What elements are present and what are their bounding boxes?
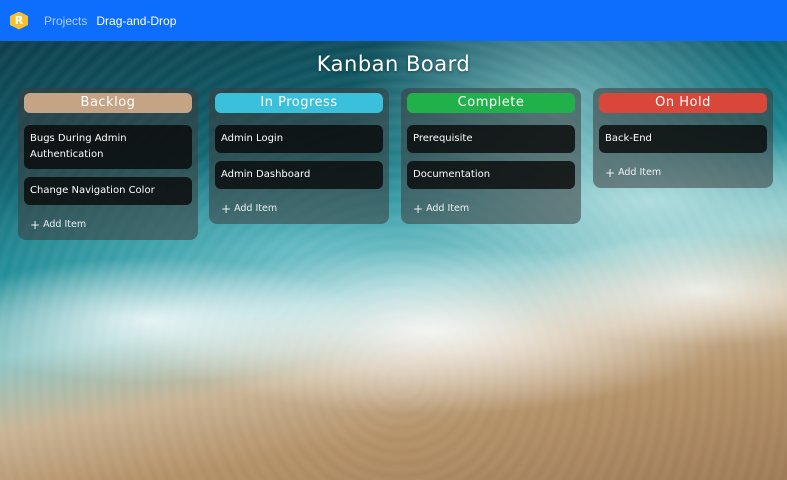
card[interactable]: Bugs During Admin Authentication <box>24 125 192 169</box>
navbar: R Projects Drag-and-Drop <box>0 0 787 41</box>
column-header-backlog[interactable]: Backlog <box>24 93 192 113</box>
plus-icon: + <box>30 217 41 232</box>
plus-icon: + <box>221 201 232 216</box>
add-item-label: Add Item <box>618 167 662 178</box>
add-item-button[interactable]: + Add Item <box>407 201 575 216</box>
add-item-label: Add Item <box>426 203 470 214</box>
breadcrumb-current[interactable]: Drag-and-Drop <box>96 14 176 28</box>
card[interactable]: Documentation <box>407 161 575 189</box>
column-on-hold: On Hold Back-End + Add Item <box>593 88 773 188</box>
column-backlog: Backlog Bugs During Admin Authentication… <box>18 88 198 240</box>
card[interactable]: Admin Login <box>215 125 383 153</box>
add-item-button[interactable]: + Add Item <box>215 201 383 216</box>
add-item-button[interactable]: + Add Item <box>599 165 767 180</box>
column-header-on-hold[interactable]: On Hold <box>599 93 767 113</box>
card[interactable]: Prerequisite <box>407 125 575 153</box>
plus-icon: + <box>605 165 616 180</box>
add-item-label: Add Item <box>234 203 278 214</box>
card[interactable]: Admin Dashboard <box>215 161 383 189</box>
column-header-complete[interactable]: Complete <box>407 93 575 113</box>
column-in-progress: In Progress Admin Login Admin Dashboard … <box>209 88 389 224</box>
breadcrumb-projects[interactable]: Projects <box>44 14 87 28</box>
column-header-in-progress[interactable]: In Progress <box>215 93 383 113</box>
add-item-button[interactable]: + Add Item <box>24 217 192 232</box>
card[interactable]: Change Navigation Color <box>24 177 192 205</box>
logo-icon[interactable]: R <box>10 11 28 30</box>
page-title: Kanban Board <box>316 52 471 76</box>
column-complete: Complete Prerequisite Documentation + Ad… <box>401 88 581 224</box>
add-item-label: Add Item <box>43 219 87 230</box>
card[interactable]: Back-End <box>599 125 767 153</box>
plus-icon: + <box>413 201 424 216</box>
